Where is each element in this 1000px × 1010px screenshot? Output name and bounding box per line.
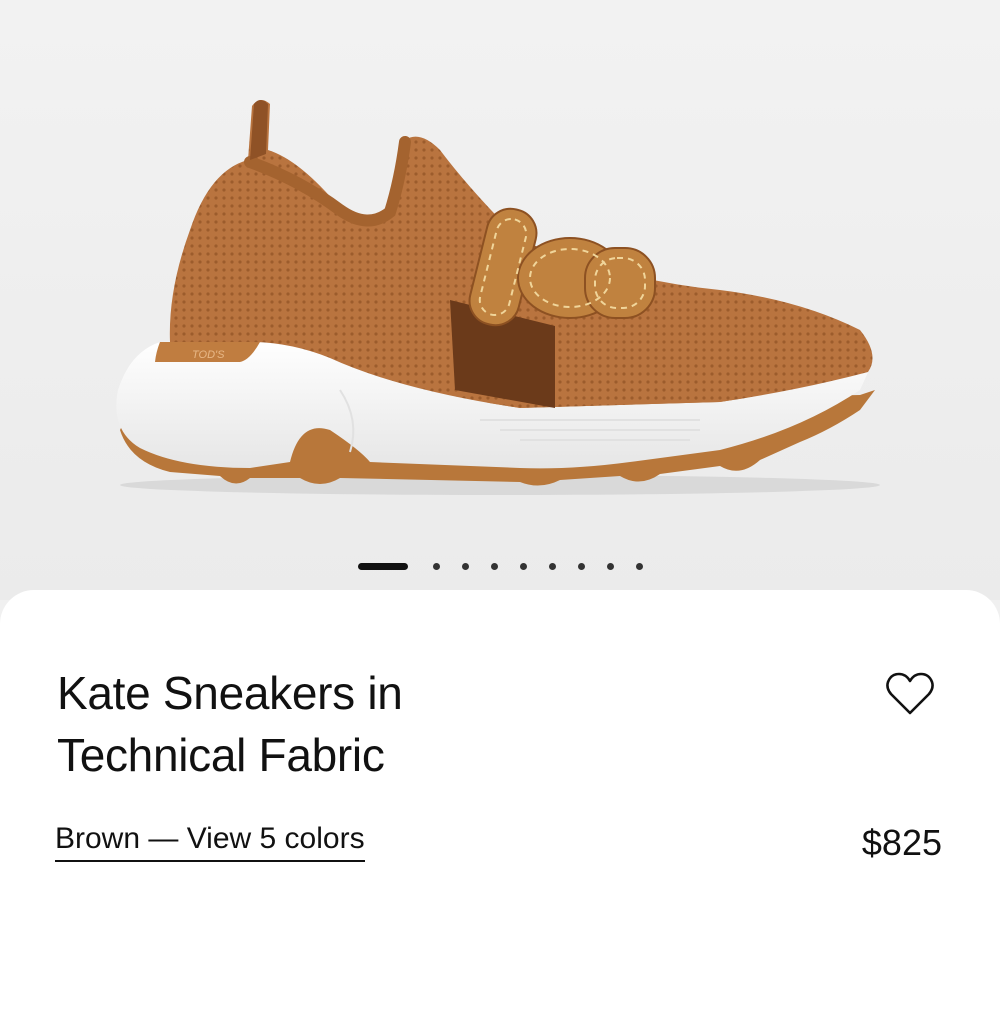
- product-details-sheet: [0, 590, 1000, 1010]
- pagination-dot[interactable]: [577, 562, 585, 570]
- brand-mark: TOD'S: [192, 349, 225, 361]
- pagination-dot-active[interactable]: [357, 562, 408, 570]
- pagination-dot[interactable]: [635, 562, 643, 570]
- wishlist-button[interactable]: [884, 670, 936, 718]
- product-title-line-1: Kate Sneakers in: [57, 667, 403, 719]
- product-title: Kate Sneakers in Technical Fabric: [57, 662, 817, 786]
- pagination-dot[interactable]: [490, 562, 498, 570]
- pagination-dot[interactable]: [519, 562, 527, 570]
- product-price: $825: [861, 822, 942, 863]
- pagination-dot[interactable]: [606, 562, 614, 570]
- view-colors-link[interactable]: Brown — View 5 colors: [55, 822, 365, 862]
- gallery-pagination: [0, 560, 1000, 572]
- heart-outline-icon: [886, 672, 934, 715]
- product-title-line-2: Technical Fabric: [57, 729, 385, 781]
- product-image-gallery[interactable]: TOD'S: [0, 0, 1000, 600]
- pagination-dot[interactable]: [461, 562, 469, 570]
- pagination-dot[interactable]: [432, 562, 440, 570]
- product-image: TOD'S: [116, 99, 880, 495]
- pagination-dot[interactable]: [548, 562, 556, 570]
